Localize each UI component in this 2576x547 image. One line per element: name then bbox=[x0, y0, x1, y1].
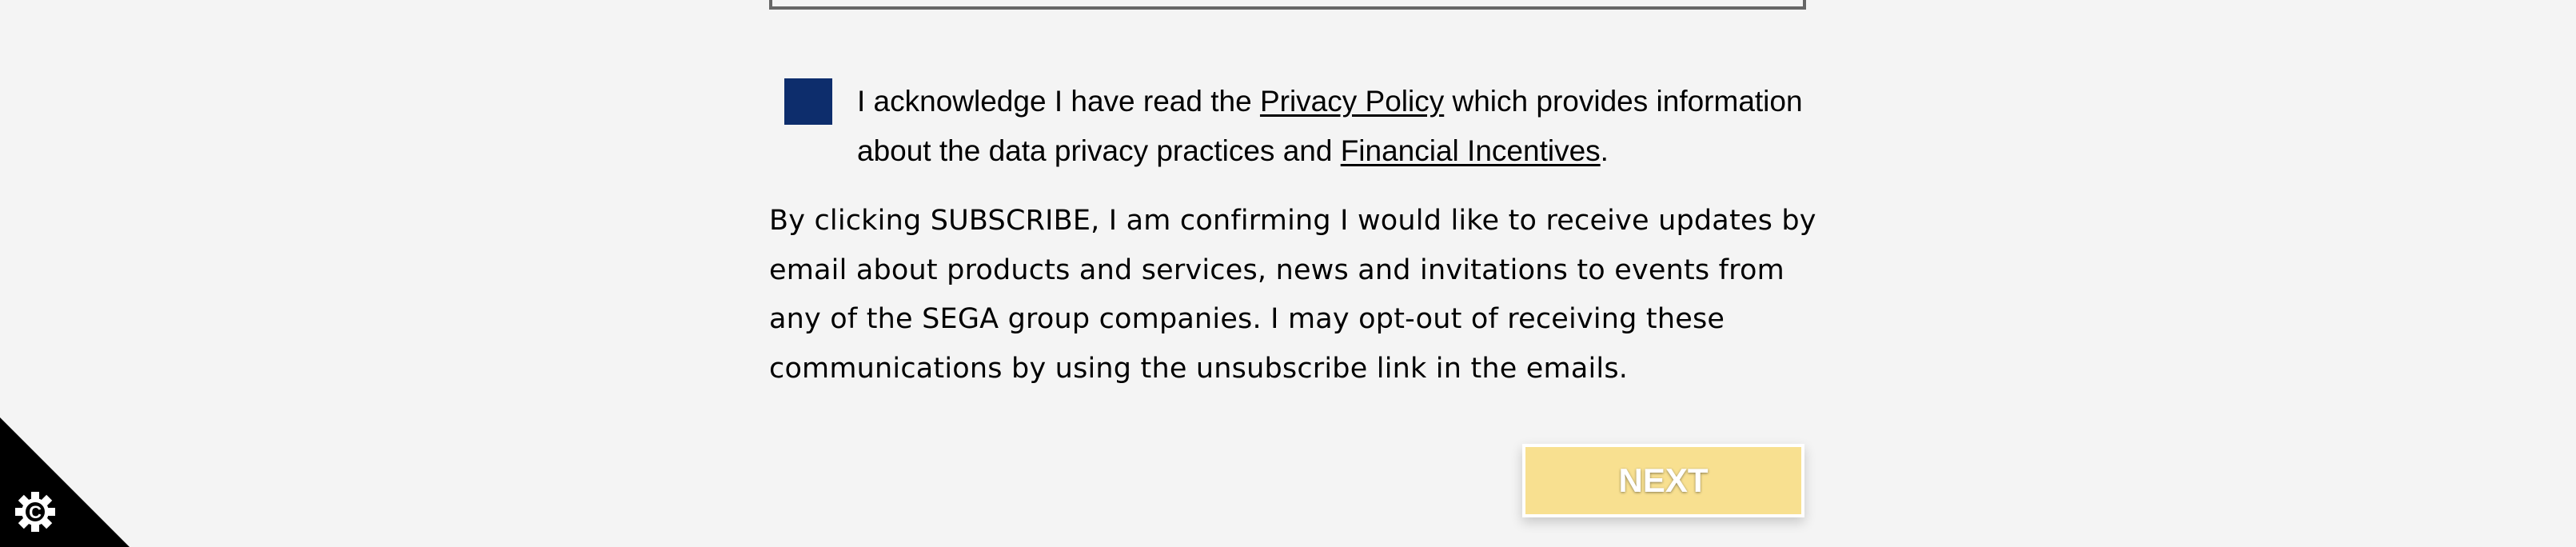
cookie-corner-graphic: C bbox=[0, 417, 130, 547]
acknowledgement-text: I acknowledge I have read the Privacy Po… bbox=[857, 77, 1816, 176]
acknowledgement-text-end: . bbox=[1600, 134, 1609, 167]
acknowledgement-text-start: I acknowledge I have read the bbox=[857, 85, 1260, 118]
next-button[interactable]: NEXT bbox=[1522, 444, 1804, 517]
previous-input-field-edge[interactable] bbox=[769, 0, 1806, 10]
corner-triangle bbox=[0, 417, 130, 547]
financial-incentives-link[interactable]: Financial Incentives bbox=[1341, 134, 1601, 167]
cookie-letter: C bbox=[29, 502, 42, 522]
privacy-policy-link[interactable]: Privacy Policy bbox=[1260, 85, 1444, 118]
cookie-settings-gear-icon: C bbox=[15, 492, 55, 532]
cookie-settings-button[interactable]: C bbox=[0, 417, 130, 547]
acknowledge-checkbox[interactable] bbox=[784, 78, 832, 125]
subscribe-consent-text: By clicking SUBSCRIBE, I am confirming I… bbox=[769, 205, 1816, 385]
